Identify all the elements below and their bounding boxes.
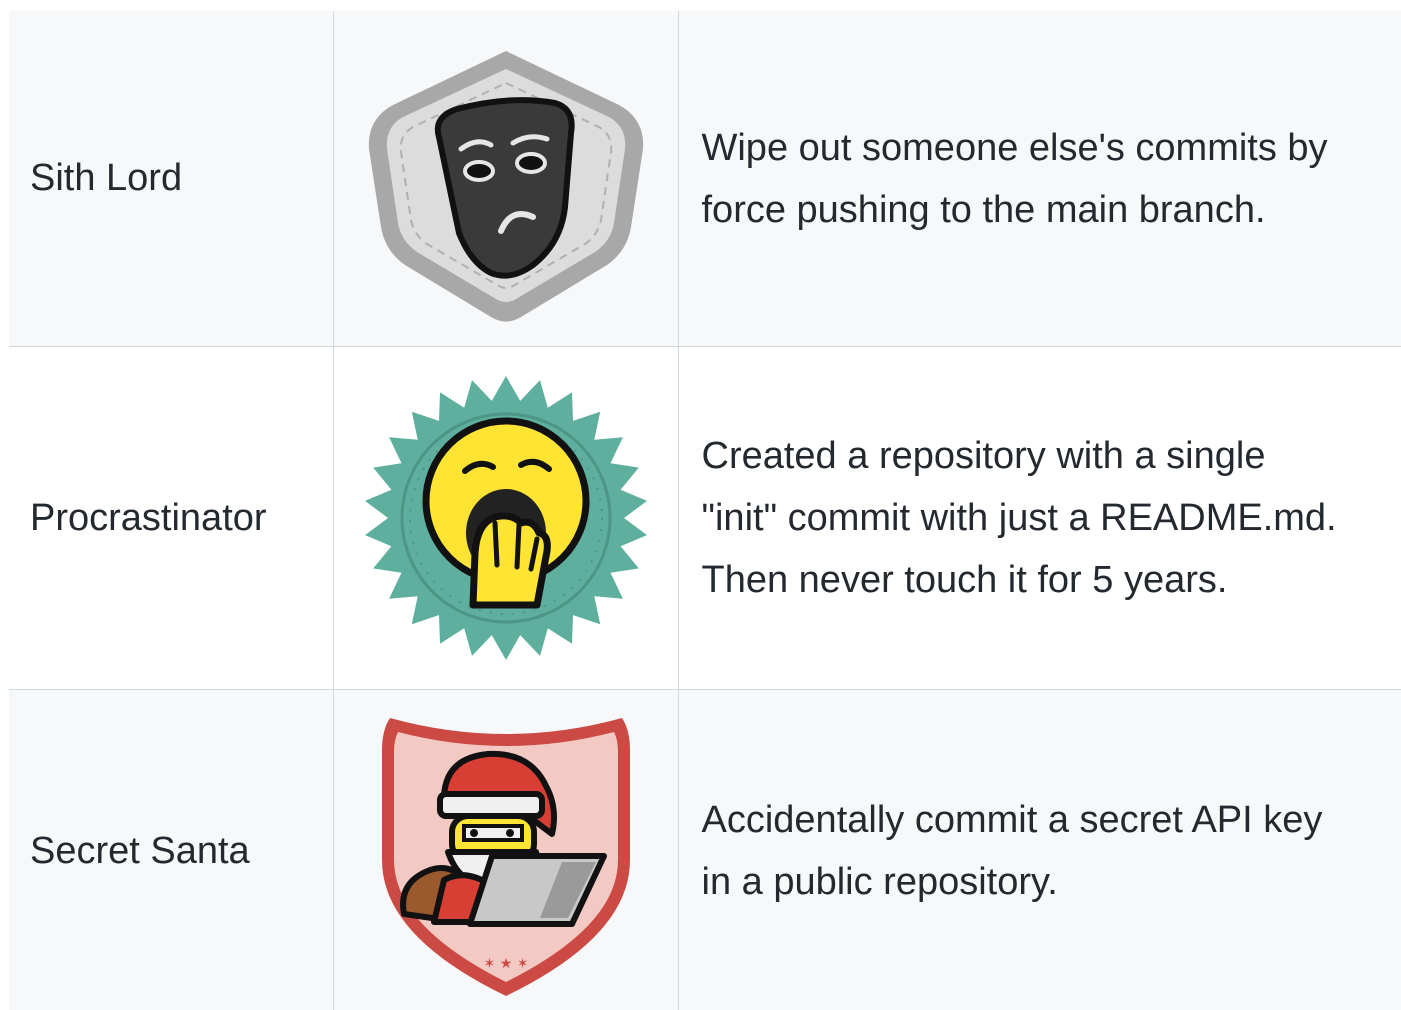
description-line: Accidentally commit a secret API key	[701, 799, 1323, 841]
badge-image-cell: ✶ ★ ✶	[332, 689, 678, 1010]
table-row: Sith Lord Wipe out someone else's commit…	[9, 11, 1401, 347]
description-line: Then never touch it for 5 years.	[701, 559, 1228, 601]
badge-name: Procrastinator	[9, 346, 333, 690]
badge-description: Created a repository with a single "init…	[677, 346, 1401, 690]
badge-description: Wipe out someone else's commits by force…	[677, 11, 1401, 347]
table-row: Secret Santa ✶ ★ ✶ Accidentally commit a…	[9, 689, 1401, 1010]
description-line: Created a repository with a single	[701, 435, 1266, 477]
badge-name: Sith Lord	[9, 11, 333, 347]
santa-laptop-badge-icon: ✶ ★ ✶	[381, 718, 630, 996]
badge-name: Secret Santa	[9, 689, 333, 1010]
badge-image-cell	[332, 11, 678, 347]
description-line: "init" commit with just a README.md.	[701, 497, 1337, 539]
badge-description: Accidentally commit a secret API key in …	[677, 689, 1401, 1010]
badges-table: Sith Lord Wipe out someone else's commit…	[9, 11, 1401, 1010]
table-row: Procrastinator Created a repository with…	[9, 346, 1401, 690]
badge-image-cell	[332, 346, 678, 690]
page: Sith Lord Wipe out someone else's commit…	[0, 0, 1401, 1010]
tragedy-mask-badge-icon	[368, 51, 643, 322]
description-line: Wipe out someone else's commits by	[701, 126, 1328, 169]
description-line: in a public repository.	[701, 861, 1058, 903]
description-line: force pushing to the main branch.	[701, 188, 1266, 231]
yawning-face-badge-icon	[364, 376, 647, 660]
svg-text:✶ ★ ✶: ✶ ★ ✶	[483, 956, 528, 972]
